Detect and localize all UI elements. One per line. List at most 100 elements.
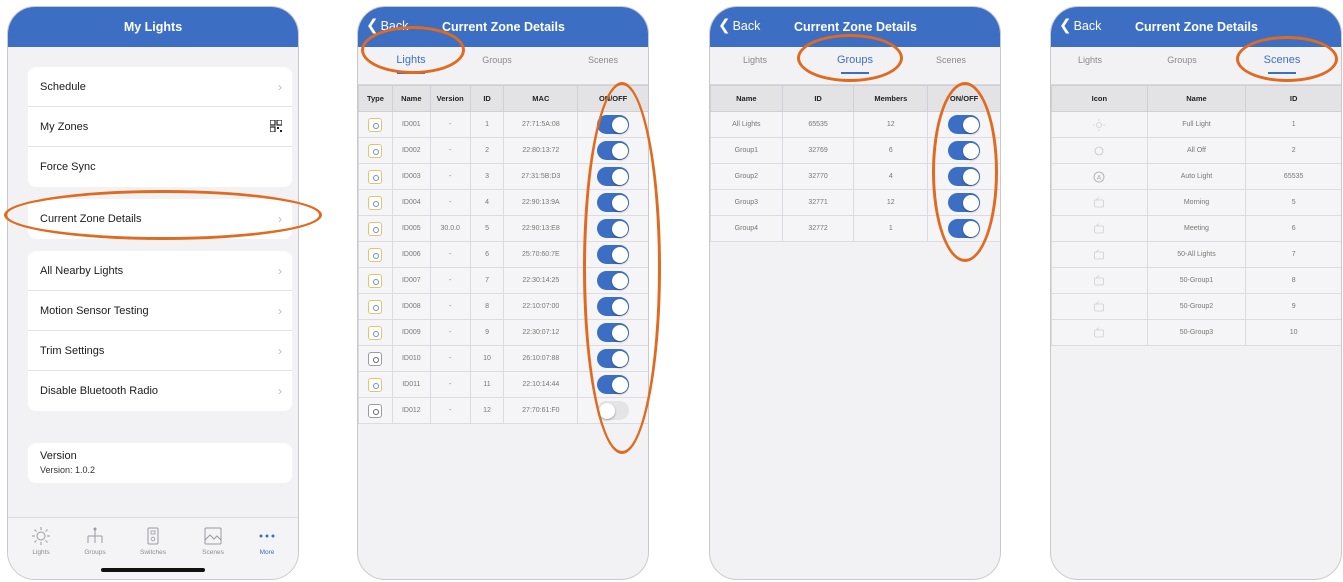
tab-scenes[interactable]: Scenes	[568, 55, 638, 65]
onoff-toggle[interactable]	[948, 219, 981, 238]
menu-item-label: Force Sync	[40, 161, 96, 173]
name-cell: ID003	[391, 163, 431, 190]
chevron-right-icon: ›	[278, 304, 282, 318]
scene-icon	[1094, 300, 1105, 311]
menu-item-current-zone-details[interactable]: Current Zone Details ›	[28, 199, 292, 239]
onoff-toggle[interactable]	[948, 167, 981, 186]
onoff-toggle[interactable]	[597, 349, 630, 368]
scenes-table: Icon Name ID Full Light 1 All Off 2 A Auto Ligh…	[1051, 85, 1341, 346]
table-row[interactable]: Meeting 6	[1051, 215, 1341, 242]
onoff-toggle[interactable]	[597, 271, 630, 290]
tab-lights[interactable]: Lights	[376, 54, 446, 74]
name-cell: All Off	[1146, 137, 1247, 164]
mac-cell: 22:90:13:9A	[503, 189, 579, 216]
menu-item-label: Motion Sensor Testing	[40, 304, 149, 317]
tab-lights[interactable]: Lights	[16, 527, 66, 556]
menu-item-motion-sensor-testing[interactable]: Motion Sensor Testing ›	[28, 291, 292, 331]
back-button[interactable]: ❮ Back	[1059, 18, 1101, 33]
tab-scenes[interactable]: Scenes	[916, 55, 986, 65]
tab-groups[interactable]: Groups	[462, 55, 532, 65]
id-cell: 4	[469, 189, 505, 216]
light-type-icon	[368, 247, 383, 262]
name-cell: Auto Light	[1146, 163, 1247, 190]
id-cell: 6	[1245, 215, 1341, 242]
table-row[interactable]: 50-Group1 8	[1051, 267, 1341, 294]
menu-item-all-nearby-lights[interactable]: All Nearby Lights ›	[28, 251, 292, 291]
table-row[interactable]: A Auto Light 65535	[1051, 163, 1341, 190]
mac-cell: 22:80:13:72	[503, 137, 579, 164]
table-row[interactable]: All Off 2	[1051, 137, 1341, 164]
name-cell: ID006	[391, 241, 431, 268]
onoff-cell	[927, 163, 1000, 190]
mac-cell: 22:90:13:E8	[503, 215, 579, 242]
tab-lights[interactable]: Lights	[720, 55, 790, 65]
table-row[interactable]: Full Light 1	[1051, 111, 1341, 138]
back-button[interactable]: ❮ Back	[718, 18, 760, 33]
tab-groups[interactable]: Groups	[70, 527, 120, 556]
onoff-toggle[interactable]	[597, 167, 630, 186]
nav-bar: ❮ Back Current Zone Details	[710, 7, 1000, 47]
name-cell: Full Light	[1146, 111, 1247, 138]
tab-label: Groups	[84, 549, 106, 556]
light-type-icon	[368, 299, 383, 314]
zone-details-groups-screen: ❮ Back Current Zone Details Lights Groups…	[709, 6, 1001, 580]
id-cell: 1	[469, 111, 505, 138]
menu-item-schedule[interactable]: Schedule ›	[28, 67, 292, 107]
back-button[interactable]: ❮ Back	[366, 18, 409, 33]
back-label: Back	[380, 19, 409, 33]
chevron-right-icon: ›	[278, 384, 282, 398]
menu-item-trim-settings[interactable]: Trim Settings ›	[28, 331, 292, 371]
onoff-toggle[interactable]	[597, 219, 630, 238]
tab-more[interactable]: More	[242, 527, 292, 556]
light-type-icon	[368, 169, 383, 184]
onoff-toggle[interactable]	[597, 193, 630, 212]
icon-cell	[1051, 137, 1148, 164]
tab-groups[interactable]: Groups	[1147, 55, 1217, 65]
column-header: Icon	[1051, 85, 1148, 112]
scene-icon	[1094, 274, 1105, 285]
onoff-toggle[interactable]	[597, 141, 630, 160]
onoff-toggle[interactable]	[597, 297, 630, 316]
tab-switches[interactable]: Switches	[128, 527, 178, 556]
id-cell: 7	[1245, 241, 1341, 268]
onoff-cell	[927, 111, 1000, 138]
table-row[interactable]: Morning 5	[1051, 189, 1341, 216]
onoff-toggle[interactable]	[597, 115, 630, 134]
table-row: ID005 30.0.0 5 22:90:13:E8	[358, 215, 648, 242]
onoff-toggle[interactable]	[597, 401, 630, 420]
onoff-toggle[interactable]	[948, 193, 981, 212]
onoff-toggle[interactable]	[948, 141, 981, 160]
menu-item-disable-bluetooth[interactable]: Disable Bluetooth Radio ›	[28, 371, 292, 411]
column-header: ID	[781, 85, 855, 112]
table-row: ID010-10 26:10:07:88	[358, 345, 648, 372]
id-cell: 32769	[781, 137, 855, 164]
tab-groups[interactable]: Groups	[820, 54, 890, 74]
table-row: ID003-3 27:31:5B:D3	[358, 163, 648, 190]
members-cell: 12	[853, 111, 929, 138]
name-cell: 50-Group3	[1146, 319, 1247, 346]
id-cell: 65535	[1245, 163, 1341, 190]
more-dots-icon	[259, 534, 275, 538]
table-row[interactable]: 50-Group3 10	[1051, 319, 1341, 346]
segment-tabs: Lights Groups Scenes	[710, 47, 1000, 85]
chevron-right-icon: ›	[278, 344, 282, 358]
menu-item-force-sync[interactable]: Force Sync	[28, 147, 292, 187]
onoff-toggle[interactable]	[597, 375, 630, 394]
onoff-toggle[interactable]	[597, 245, 630, 264]
type-cell	[358, 137, 393, 164]
table-row[interactable]: 50-All Lights 7	[1051, 241, 1341, 268]
name-cell: Meeting	[1146, 215, 1247, 242]
mac-cell: 25:70:60:7E	[503, 241, 579, 268]
version-card: Version Version: 1.0.2	[28, 443, 292, 483]
tab-scenes[interactable]: Scenes	[188, 527, 238, 556]
type-cell	[358, 111, 393, 138]
table-row[interactable]: 50-Group2 9	[1051, 293, 1341, 320]
onoff-toggle[interactable]	[597, 323, 630, 342]
tab-lights[interactable]: Lights	[1055, 55, 1125, 65]
tab-scenes[interactable]: Scenes	[1247, 54, 1317, 74]
onoff-toggle[interactable]	[948, 115, 981, 134]
column-header: Version	[429, 85, 471, 112]
id-cell: 10	[1245, 319, 1341, 346]
menu-item-my-zones[interactable]: My Zones	[28, 107, 292, 147]
version-cell: -	[429, 189, 471, 216]
